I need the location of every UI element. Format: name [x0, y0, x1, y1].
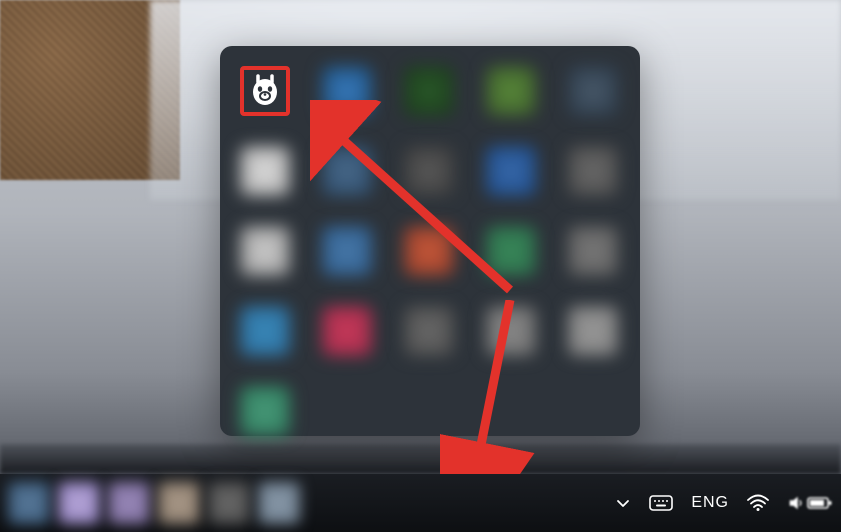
tray-icon-app-white[interactable]	[240, 146, 290, 196]
language-indicator[interactable]: ENG	[691, 494, 729, 512]
tray-icon-app-gray-1[interactable]	[568, 66, 618, 116]
tray-icon-app-red[interactable]	[322, 306, 372, 356]
tray-icon-app-blue[interactable]	[322, 66, 372, 116]
tray-icon-app-blue-2[interactable]	[322, 146, 372, 196]
tray-icon-app-dark-green[interactable]	[404, 66, 454, 116]
tray-icon-grid	[240, 66, 620, 416]
tray-overflow-toggle[interactable]	[615, 495, 631, 511]
taskbar-pin-2[interactable]	[58, 482, 100, 524]
taskbar-pin-6[interactable]	[258, 482, 300, 524]
tray-icon-app-gray-7[interactable]	[568, 306, 618, 356]
system-tray-overflow-popup	[220, 46, 640, 436]
chevron-down-icon	[615, 495, 631, 511]
tray-icon-app-teal-2[interactable]	[240, 386, 290, 436]
taskbar: ENG	[0, 474, 841, 532]
tray-icon-app-teal[interactable]	[240, 306, 290, 356]
tray-icon-ollama[interactable]	[240, 66, 290, 116]
tray-icon-app-blue-4[interactable]	[322, 226, 372, 276]
network-wifi-button[interactable]	[747, 494, 769, 512]
battery-icon	[807, 494, 833, 512]
ime-input-indicator[interactable]	[649, 493, 673, 513]
tray-icon-app-gray-3[interactable]	[568, 146, 618, 196]
ollama-icon	[249, 73, 281, 109]
tray-icon-app-green[interactable]	[486, 66, 536, 116]
tray-icon-app-gray-4[interactable]	[568, 226, 618, 276]
tray-icon-app-gray-6[interactable]	[486, 306, 536, 356]
wallpaper-rock-region	[0, 444, 841, 474]
taskbar-system-area: ENG	[615, 493, 833, 513]
wifi-icon	[747, 494, 769, 512]
taskbar-pinned-apps	[8, 482, 300, 524]
sound-battery-cluster[interactable]	[787, 494, 833, 512]
tray-icon-app-orange[interactable]	[404, 226, 454, 276]
tray-icon-app-gray-2[interactable]	[404, 146, 454, 196]
tray-icon-app-gray-5[interactable]	[404, 306, 454, 356]
taskbar-pin-5[interactable]	[208, 482, 250, 524]
taskbar-pin-3[interactable]	[108, 482, 150, 524]
taskbar-pin-4[interactable]	[158, 482, 200, 524]
tray-icon-app-blue-3[interactable]	[486, 146, 536, 196]
taskbar-pin-1[interactable]	[8, 482, 50, 524]
tray-icon-app-wechat[interactable]	[486, 226, 536, 276]
keyboard-icon	[649, 493, 673, 513]
tray-icon-app-white-2[interactable]	[240, 226, 290, 276]
speaker-icon	[787, 494, 805, 512]
